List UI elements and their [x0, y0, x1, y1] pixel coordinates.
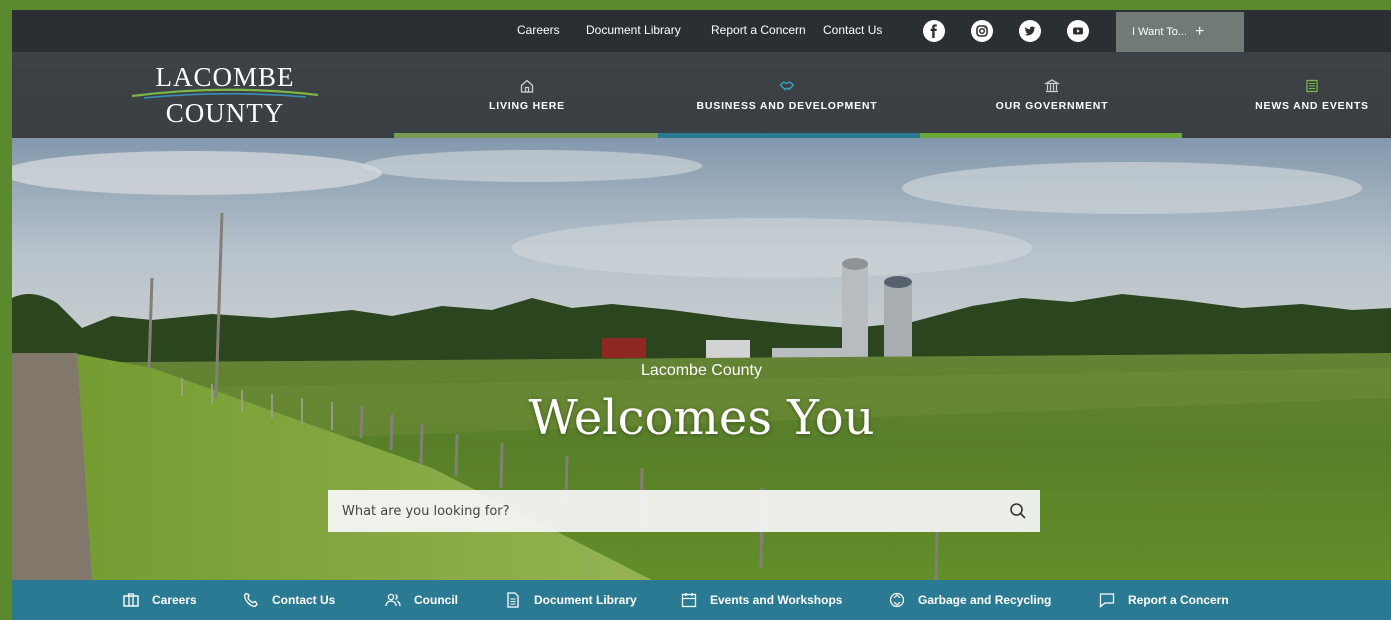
hero-banner: Lacombe County Welcomes You: [12, 138, 1391, 580]
hero-subtitle: Lacombe County: [641, 362, 762, 379]
i-want-to-label: I Want To...: [1132, 26, 1188, 38]
search-input[interactable]: [328, 490, 996, 532]
nav-our-government[interactable]: OUR GOVERNMENT: [967, 52, 1137, 138]
quicklink-garbage-recycling[interactable]: Garbage and Recycling: [888, 580, 1051, 620]
search-icon: [1010, 503, 1026, 519]
main-navigation: LACOMBE COUNTY LIVING HERE BUSINESS AND …: [12, 52, 1391, 138]
people-icon: [385, 593, 401, 607]
youtube-icon[interactable]: [1067, 20, 1089, 42]
quicklink-events-workshops[interactable]: Events and Workshops: [680, 580, 842, 620]
recycle-icon: [889, 592, 905, 608]
newspaper-icon: [1306, 79, 1318, 93]
search-button[interactable]: [996, 490, 1040, 532]
hero-title: Welcomes You: [528, 390, 875, 446]
search-bar: [328, 490, 1040, 532]
quicklink-contact-us[interactable]: Contact Us: [242, 580, 335, 620]
top-link-report-concern[interactable]: Report a Concern: [711, 23, 806, 37]
instagram-icon[interactable]: [971, 20, 993, 42]
quicklink-careers[interactable]: Careers: [122, 580, 197, 620]
nav-business-development[interactable]: BUSINESS AND DEVELOPMENT: [672, 52, 902, 138]
quicklink-document-library[interactable]: Document Library: [504, 580, 637, 620]
nav-living-here[interactable]: LIVING HERE: [452, 52, 602, 138]
home-icon: [520, 79, 534, 93]
government-building-icon: [1044, 79, 1060, 93]
nav-label-living-here: LIVING HERE: [489, 100, 565, 112]
quicklink-label: Report a Concern: [1128, 593, 1229, 607]
nav-label-business-development: BUSINESS AND DEVELOPMENT: [696, 100, 878, 112]
utility-bar: Careers Document Library Report a Concer…: [12, 10, 1391, 52]
quicklink-council[interactable]: Council: [384, 580, 458, 620]
plus-icon: +: [1195, 23, 1205, 40]
document-icon: [507, 592, 519, 608]
top-link-careers[interactable]: Careers: [517, 23, 560, 37]
quick-links-bar: Careers Contact Us Council Document Libr…: [12, 580, 1391, 620]
quicklink-label: Council: [414, 593, 458, 607]
phone-icon: [243, 592, 258, 608]
facebook-icon[interactable]: [923, 20, 945, 42]
quicklink-label: Garbage and Recycling: [918, 593, 1052, 607]
logo-text-line2: COUNTY: [165, 98, 285, 128]
nav-label-news-events: NEWS AND EVENTS: [1255, 100, 1369, 112]
chat-icon: [1099, 593, 1115, 608]
page-frame: Careers Document Library Report a Concer…: [12, 10, 1391, 620]
twitter-icon[interactable]: [1019, 20, 1041, 42]
quicklink-label: Document Library: [534, 593, 637, 607]
quicklink-label: Events and Workshops: [710, 593, 843, 607]
nav-label-our-government: OUR GOVERNMENT: [995, 100, 1109, 112]
briefcase-icon: [123, 593, 139, 607]
handshake-icon: [779, 81, 795, 91]
top-link-document-library[interactable]: Document Library: [586, 23, 681, 37]
quicklink-label: Contact Us: [272, 593, 336, 607]
calendar-icon: [681, 593, 697, 608]
i-want-to-button[interactable]: I Want To... +: [1116, 12, 1244, 52]
nav-news-events[interactable]: NEWS AND EVENTS: [1242, 52, 1382, 138]
quicklink-label: Careers: [152, 593, 197, 607]
top-link-contact-us[interactable]: Contact Us: [823, 23, 882, 37]
lacombe-county-logo[interactable]: LACOMBE COUNTY: [130, 58, 320, 130]
quicklink-report-concern[interactable]: Report a Concern: [1098, 580, 1229, 620]
